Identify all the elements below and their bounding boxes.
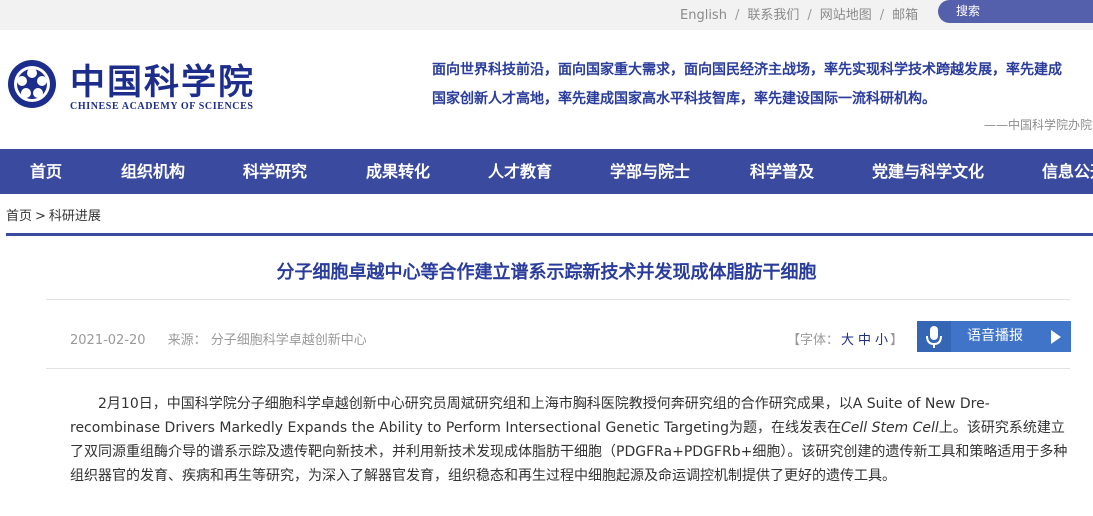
font-size-prefix: 【字体： xyxy=(787,333,840,348)
slogan-line-1: 面向世界科技前沿，面向国家重大需求，面向国民经济主战场，率先实现科学技术跨越发展… xyxy=(432,62,1062,78)
breadcrumb-current[interactable]: 科研进展 xyxy=(49,209,101,224)
breadcrumb-home[interactable]: 首页 xyxy=(6,209,32,224)
link-separator: / xyxy=(807,8,812,23)
nav-item-party-culture[interactable]: 党建与科学文化 xyxy=(872,149,984,194)
search-input[interactable]: 搜索 xyxy=(938,0,1093,23)
cas-emblem-icon xyxy=(8,60,56,108)
nav-item-education[interactable]: 人才教育 xyxy=(488,149,552,194)
nav-item-academicians[interactable]: 学部与院士 xyxy=(610,149,690,194)
article-title: 分子细胞卓越中心等合作建立谱系示踪新技术并发现成体脂肪干细胞 xyxy=(276,262,817,283)
logo-english-name: CHINESE ACADEMY OF SCIENCES xyxy=(70,101,254,112)
nav-item-innovation[interactable]: 成果转化 xyxy=(366,149,430,194)
journal-name: Cell Stem Cell xyxy=(840,420,939,436)
voice-broadcast-label: 语音播报 xyxy=(967,328,1023,344)
email-link[interactable]: 邮箱 xyxy=(892,4,918,23)
breadcrumb-separator: > xyxy=(35,209,46,224)
font-size-small[interactable]: 小 xyxy=(875,333,888,348)
microphone-icon xyxy=(926,326,942,348)
link-separator: / xyxy=(879,8,885,23)
nav-item-popular-science[interactable]: 科学普及 xyxy=(750,149,814,194)
font-size-suffix: 】 xyxy=(890,333,904,348)
breadcrumb: 首页 > 科研进展 xyxy=(6,205,101,224)
mic-icon-box xyxy=(917,321,951,352)
breadcrumb-divider xyxy=(6,233,1093,236)
article-date: 2021-02-20 xyxy=(70,333,146,348)
article-paragraph: 2月10日，中国科学院分子细胞科学卓越创新中心研究员周斌研究组和上海市胸科医院教… xyxy=(70,392,1076,488)
nav-item-research[interactable]: 科学研究 xyxy=(243,149,307,194)
font-size-medium[interactable]: 中 xyxy=(858,333,871,348)
contact-link[interactable]: 联系我们 xyxy=(747,4,799,23)
link-separator: / xyxy=(734,8,740,23)
font-size-selector: 【字体：大中小】 xyxy=(787,329,903,348)
cas-logo[interactable]: 中国科学院 CHINESE ACADEMY OF SCIENCES xyxy=(6,52,253,122)
sitemap-link[interactable]: 网站地图 xyxy=(820,4,872,23)
voice-broadcast-button[interactable]: 语音播报 xyxy=(917,321,1071,352)
main-nav: 首页 组织机构 科学研究 成果转化 人才教育 学部与院士 科学普及 党建与科学文… xyxy=(0,149,1093,194)
font-size-large[interactable]: 大 xyxy=(841,333,854,348)
top-links: English / 联系我们 / 网站地图 / 邮箱 xyxy=(680,4,918,23)
article-meta: 2021-02-20 来源： 分子细胞科学卓越创新中心 xyxy=(70,329,367,348)
slogan-line-2: 国家创新人才高地，率先建成国家高水平科技智库，率先建设国际一流科研机构。 xyxy=(432,91,936,107)
title-divider xyxy=(46,299,1070,300)
play-icon xyxy=(1051,330,1061,344)
article-source: 来源： 分子细胞科学卓越创新中心 xyxy=(167,333,367,348)
nav-item-public-info[interactable]: 信息公开 xyxy=(1042,149,1093,194)
top-utility-bar: English / 联系我们 / 网站地图 / 邮箱 搜索 xyxy=(0,0,1093,30)
logo-chinese-name: 中国科学院 xyxy=(70,62,256,103)
slogan-signature: ——中国科学院办院方针 xyxy=(984,118,1093,132)
nav-item-home[interactable]: 首页 xyxy=(30,149,62,194)
meta-divider xyxy=(46,368,1070,369)
nav-item-organization[interactable]: 组织机构 xyxy=(121,149,185,194)
english-link[interactable]: English xyxy=(680,8,727,23)
